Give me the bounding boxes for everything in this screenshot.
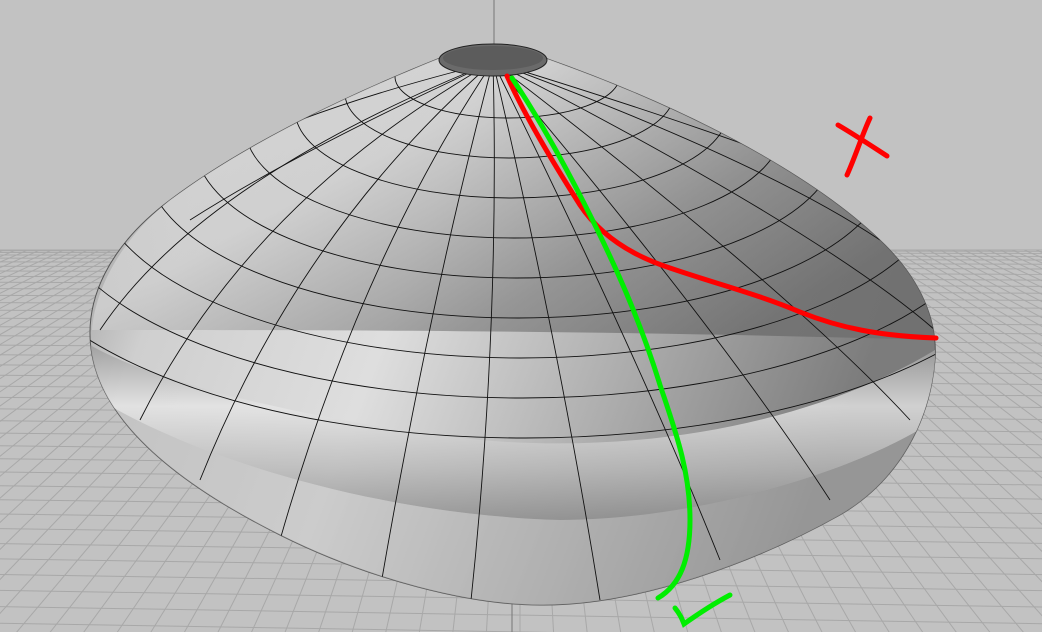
top-opening-inner [443,46,543,70]
grid-line [0,606,1042,625]
check-mark-icon [672,592,733,628]
3d-viewport[interactable] [0,0,1042,632]
cross-mark-icon [835,115,890,178]
grid-line [0,622,554,632]
viewport-canvas[interactable] [0,0,1042,632]
